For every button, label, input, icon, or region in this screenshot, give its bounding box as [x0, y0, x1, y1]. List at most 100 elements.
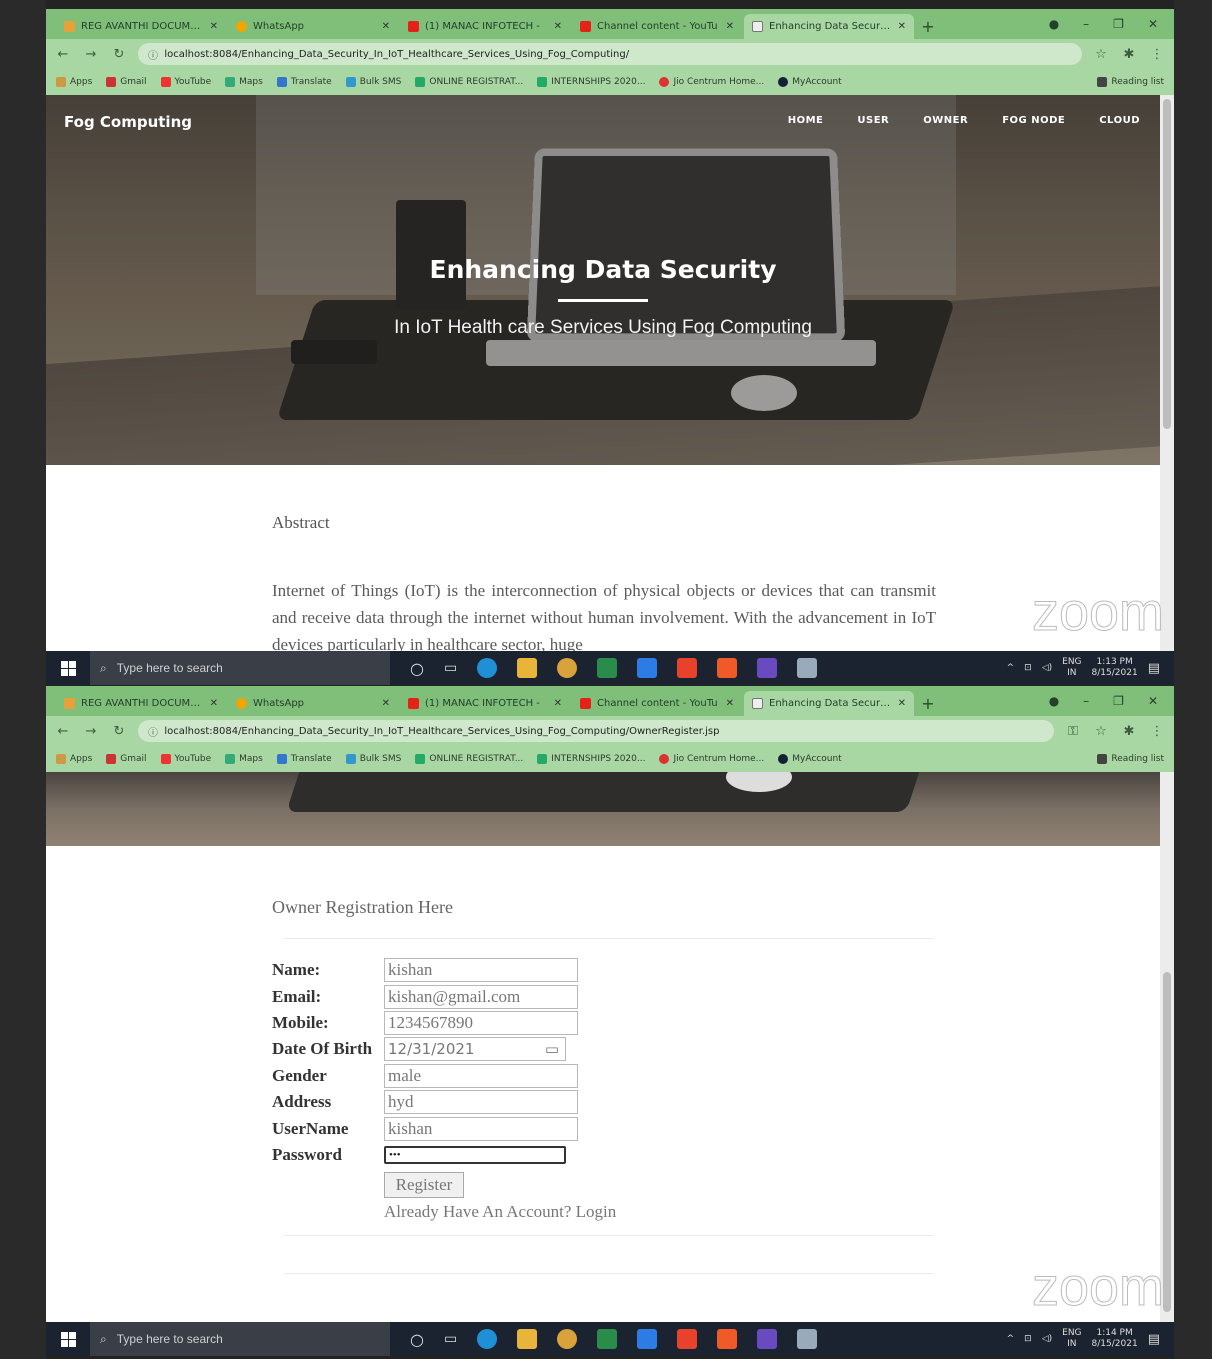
- language-indicator[interactable]: ENG IN: [1062, 1328, 1081, 1350]
- bookmark-translate[interactable]: Translate: [276, 77, 332, 87]
- new-tab-button[interactable]: +: [916, 14, 940, 39]
- star-icon[interactable]: ☆: [1092, 724, 1110, 739]
- address-bar[interactable]: ⓘ localhost:8084/Enhancing_Data_Security…: [138, 720, 1054, 742]
- taskbar-search[interactable]: ⌕ Type here to search: [90, 1322, 390, 1356]
- bookmark-bulk-sms[interactable]: Bulk SMS: [345, 77, 401, 87]
- key-icon[interactable]: ⚿: [1064, 724, 1082, 739]
- tab-reg-avanthi[interactable]: REG AVANTHI DOCUMEN ✕: [56, 14, 226, 39]
- address-bar[interactable]: ⓘ localhost:8084/Enhancing_Data_Security…: [138, 43, 1082, 65]
- volume-icon[interactable]: ◁): [1042, 663, 1052, 673]
- bookmark-apps[interactable]: Apps: [56, 77, 92, 87]
- clock[interactable]: 1:14 PM 8/15/2021: [1092, 1328, 1138, 1350]
- zoom-app-icon[interactable]: [637, 1329, 658, 1349]
- login-link[interactable]: Already Have An Account? Login: [384, 1202, 616, 1222]
- menu-cloud[interactable]: CLOUD: [1099, 115, 1140, 126]
- close-window-icon[interactable]: ✕: [1148, 694, 1158, 708]
- video-app-icon[interactable]: [677, 1329, 698, 1349]
- menu-home[interactable]: HOME: [788, 115, 824, 126]
- site-brand[interactable]: Fog Computing: [64, 113, 192, 131]
- close-icon[interactable]: ✕: [382, 698, 390, 709]
- email-input[interactable]: kishan@gmail.com: [384, 984, 578, 1009]
- bookmark-internships[interactable]: INTERNSHIPS 2020...: [537, 77, 645, 87]
- close-icon[interactable]: ✕: [210, 698, 218, 709]
- bookmark-gmail[interactable]: Gmail: [106, 754, 147, 764]
- windows-start-icon[interactable]: [46, 1331, 90, 1347]
- reload-icon[interactable]: ↻: [110, 724, 128, 739]
- vs-icon[interactable]: [757, 1329, 778, 1349]
- dob-input[interactable]: 12/31/2021 ▭: [384, 1037, 566, 1062]
- page-scrollbar[interactable]: [1160, 772, 1174, 1322]
- excel-icon[interactable]: [597, 1329, 618, 1349]
- bookmark-gmail[interactable]: Gmail: [106, 77, 147, 87]
- video-app-icon[interactable]: [677, 658, 698, 678]
- register-button[interactable]: Register: [384, 1172, 464, 1199]
- cortana-icon[interactable]: ○: [410, 659, 424, 678]
- calendar-icon[interactable]: ▭: [545, 1040, 559, 1058]
- reload-icon[interactable]: ↻: [110, 47, 128, 62]
- bookmark-online-registration[interactable]: ONLINE REGISTRAT...: [415, 754, 523, 764]
- bookmark-translate[interactable]: Translate: [276, 754, 332, 764]
- bookmark-maps[interactable]: Maps: [225, 754, 263, 764]
- back-icon[interactable]: ←: [54, 724, 72, 739]
- clock[interactable]: 1:13 PM 8/15/2021: [1092, 657, 1138, 679]
- menu-owner[interactable]: OWNER: [923, 115, 968, 126]
- back-icon[interactable]: ←: [54, 47, 72, 62]
- extensions-icon[interactable]: ✱: [1120, 47, 1138, 62]
- bookmark-jio-centrum[interactable]: Jio Centrum Home...: [659, 77, 764, 87]
- forward-icon[interactable]: →: [82, 47, 100, 62]
- bookmark-youtube[interactable]: YouTube: [160, 77, 211, 87]
- file-explorer-icon[interactable]: [517, 1329, 538, 1349]
- chrome-icon[interactable]: [557, 1329, 578, 1349]
- star-icon[interactable]: ☆: [1092, 47, 1110, 62]
- gender-input[interactable]: male: [384, 1063, 578, 1088]
- maximize-icon[interactable]: ❐: [1113, 694, 1124, 708]
- recorder-icon[interactable]: [717, 658, 738, 678]
- bookmark-maps[interactable]: Maps: [225, 77, 263, 87]
- task-view-icon[interactable]: ▭: [444, 1331, 457, 1347]
- language-indicator[interactable]: ENG IN: [1062, 657, 1081, 679]
- bookmark-myaccount[interactable]: MyAccount: [778, 754, 842, 764]
- mobile-input[interactable]: 1234567890: [384, 1010, 578, 1035]
- task-view-icon[interactable]: ▭: [444, 660, 457, 676]
- tab-reg-avanthi[interactable]: REG AVANTHI DOCUMEN ✕: [56, 691, 226, 716]
- close-icon[interactable]: ✕: [898, 698, 906, 709]
- menu-icon[interactable]: ⋮: [1148, 724, 1166, 739]
- reading-list[interactable]: Reading list: [1097, 754, 1164, 764]
- close-icon[interactable]: ✕: [554, 21, 562, 32]
- cortana-icon[interactable]: ○: [410, 1330, 424, 1349]
- minimize-icon[interactable]: –: [1083, 17, 1089, 31]
- tray-expand-icon[interactable]: ^: [1007, 1334, 1015, 1344]
- notifications-icon[interactable]: ▤: [1148, 661, 1160, 676]
- close-icon[interactable]: ✕: [382, 21, 390, 32]
- reading-list[interactable]: Reading list: [1097, 77, 1164, 87]
- password-input[interactable]: •••: [384, 1145, 566, 1164]
- extensions-icon[interactable]: ✱: [1120, 724, 1138, 739]
- page-scrollbar[interactable]: [1160, 95, 1174, 651]
- bookmark-jio-centrum[interactable]: Jio Centrum Home...: [659, 754, 764, 764]
- edge-icon[interactable]: [477, 658, 498, 678]
- close-icon[interactable]: ✕: [210, 21, 218, 32]
- bookmark-internships[interactable]: INTERNSHIPS 2020...: [537, 754, 645, 764]
- recorder-icon[interactable]: [717, 1329, 738, 1349]
- vs-icon[interactable]: [757, 658, 778, 678]
- network-icon[interactable]: ⊡: [1024, 1334, 1032, 1344]
- tab-manac[interactable]: (1) MANAC INFOTECH - ✕: [400, 691, 570, 716]
- name-input[interactable]: kishan: [384, 958, 578, 983]
- new-tab-button[interactable]: +: [916, 691, 940, 716]
- tab-channel-content[interactable]: Channel content - YouTu ✕: [572, 691, 742, 716]
- tab-enhancing-data-security[interactable]: Enhancing Data Security ✕: [744, 691, 914, 716]
- maximize-icon[interactable]: ❐: [1113, 17, 1124, 31]
- settings-icon[interactable]: ●: [1049, 694, 1059, 708]
- minimize-icon[interactable]: –: [1083, 694, 1089, 708]
- close-icon[interactable]: ✕: [898, 21, 906, 32]
- tray-expand-icon[interactable]: ^: [1007, 663, 1015, 673]
- forward-icon[interactable]: →: [82, 724, 100, 739]
- network-icon[interactable]: ⊡: [1024, 663, 1032, 673]
- taskbar-search[interactable]: ⌕ Type here to search: [90, 651, 390, 685]
- windows-start-icon[interactable]: [46, 660, 90, 676]
- bookmark-myaccount[interactable]: MyAccount: [778, 77, 842, 87]
- chrome-icon[interactable]: [557, 658, 578, 678]
- tab-enhancing-data-security[interactable]: Enhancing Data Security ✕: [744, 14, 914, 39]
- address-input[interactable]: hyd: [384, 1090, 578, 1115]
- scrollbar-thumb[interactable]: [1163, 99, 1171, 429]
